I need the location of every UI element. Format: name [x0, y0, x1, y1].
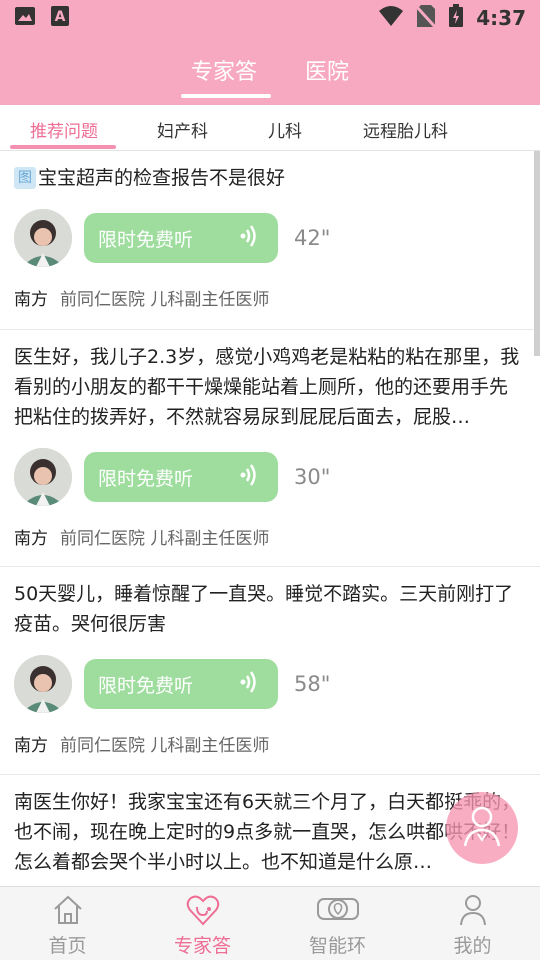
status-time: 4:37: [476, 6, 526, 30]
question-text: 50天婴儿，睡着惊醒了一直哭。睡觉不踏实。三天前刚打了疫苗。哭何很厉害: [14, 583, 514, 635]
doctor-name: 南方: [14, 529, 48, 549]
question-text: 图宝宝超声的检查报告不是很好: [14, 163, 526, 193]
home-icon: [51, 893, 85, 931]
tab-remote-fetal[interactable]: 远程胎儿科: [363, 117, 448, 142]
feed-scrollbar[interactable]: [534, 151, 540, 356]
sound-wave-icon: [240, 670, 258, 698]
doctor-avatar[interactable]: [14, 448, 72, 506]
nav-smart-ring[interactable]: 智能环: [270, 887, 405, 960]
no-sim-icon: [415, 4, 438, 32]
bottom-navigation: 首页 专家答 智能环 我的: [0, 886, 540, 960]
doctor-info: 南方 前同仁医院 儿科副主任医师: [14, 731, 526, 756]
audio-duration: 42": [294, 226, 331, 250]
tab-recommended-questions[interactable]: 推荐问题: [30, 117, 98, 142]
tab-expert-answers[interactable]: 专家答: [180, 54, 272, 98]
audio-duration: 58": [294, 672, 331, 696]
doctor-name: 南方: [14, 290, 48, 310]
heart-stethoscope-icon: [185, 893, 221, 931]
battery-icon: [448, 4, 464, 32]
tab-hospital[interactable]: 医院: [305, 54, 349, 96]
question-feed[interactable]: 图宝宝超声的检查报告不是很好 限时免费听 42" 南方 前同仁医院 儿科副主任医师…: [0, 151, 540, 886]
question-card[interactable]: 图宝宝超声的检查报告不是很好 限时免费听 42" 南方 前同仁医院 儿科副主任医师: [0, 151, 540, 330]
listen-audio-button[interactable]: 限时免费听: [84, 213, 278, 263]
doctor-avatar[interactable]: [14, 655, 72, 713]
doctor-icon: [462, 804, 502, 852]
audio-duration: 30": [294, 465, 331, 489]
doctor-title: 前同仁医院 儿科副主任医师: [60, 736, 270, 756]
doctor-title: 前同仁医院 儿科副主任医师: [60, 529, 270, 549]
active-tab-indicator: [10, 145, 116, 149]
nav-mine[interactable]: 我的: [405, 887, 540, 960]
sound-wave-icon: [240, 463, 258, 491]
nav-expert-answers[interactable]: 专家答: [135, 887, 270, 960]
doctor-title: 前同仁医院 儿科副主任医师: [60, 290, 270, 310]
doctor-name: 南方: [14, 736, 48, 756]
status-bar: A 4:37: [0, 0, 540, 36]
doctor-info: 南方 前同仁医院 儿科副主任医师: [14, 285, 526, 310]
doctor-info: 南方 前同仁医院 儿科副主任医师: [14, 524, 526, 549]
tab-obstetrics-gynecology[interactable]: 妇产科: [157, 117, 208, 142]
question-text: 医生好，我儿子2.3岁，感觉小鸡鸡老是粘粘的粘在那里，我看别的小朋友的都干干燥燥…: [14, 346, 520, 428]
wifi-icon: [378, 5, 404, 31]
question-card[interactable]: 医生好，我儿子2.3岁，感觉小鸡鸡老是粘粘的粘在那里，我看别的小朋友的都干干燥燥…: [0, 330, 540, 567]
listen-audio-button[interactable]: 限时免费听: [84, 659, 278, 709]
image-icon: [14, 6, 36, 30]
image-tag-icon: 图: [14, 167, 36, 189]
question-card[interactable]: 50天婴儿，睡着惊醒了一直哭。睡觉不踏实。三天前刚打了疫苗。哭何很厉害 限时免费…: [0, 567, 540, 775]
doctor-avatar[interactable]: [14, 209, 72, 267]
consult-doctor-float-button[interactable]: [446, 792, 518, 864]
smart-ring-icon: [316, 893, 360, 929]
nav-home[interactable]: 首页: [0, 887, 135, 960]
svg-text:A: A: [55, 9, 66, 25]
listen-audio-button[interactable]: 限时免费听: [84, 452, 278, 502]
a-text-icon: A: [50, 5, 70, 31]
person-icon: [458, 893, 488, 931]
tab-pediatrics[interactable]: 儿科: [268, 117, 302, 142]
top-tab-bar: 专家答 医院: [0, 36, 540, 105]
sound-wave-icon: [240, 224, 258, 252]
